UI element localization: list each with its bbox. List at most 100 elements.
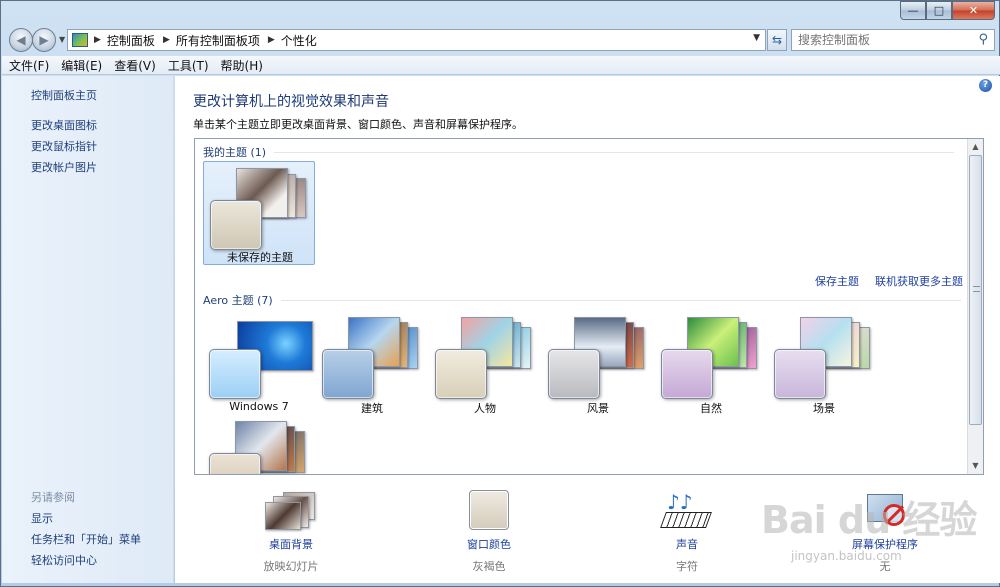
theme-actions: 保存主题 联机获取更多主题	[799, 273, 963, 289]
setting-value: 字符	[676, 560, 698, 573]
window-frame: — □ ✕ ◀ ▶ ▼ ▶ 控制面板 ▶ 所有控制面板项 ▶ 个性化 ▼ ⇆ ⚲…	[0, 0, 1000, 587]
theme-thumbnail	[210, 168, 310, 250]
setting-window-color[interactable]: 窗口颜色 灰褐色	[429, 490, 549, 574]
group-header-aero-themes: Aero 主题 (7)	[203, 292, 963, 308]
theme-item-characters[interactable]: 人物	[429, 311, 541, 415]
theme-label: 自然	[700, 402, 722, 415]
close-button[interactable]: ✕	[952, 1, 995, 20]
menu-file[interactable]: 文件(F)	[9, 57, 49, 74]
window-controls: — □ ✕	[900, 1, 995, 20]
theme-label: 场景	[813, 402, 835, 415]
theme-label: 风景	[587, 402, 609, 415]
theme-thumbnail	[435, 317, 535, 399]
get-more-themes-link[interactable]: 联机获取更多主题	[875, 273, 963, 289]
forward-button[interactable]: ▶	[32, 28, 56, 52]
sidebar-link-desktop-icons[interactable]: 更改桌面图标	[31, 117, 97, 133]
page-title: 更改计算机上的视觉效果和声音	[193, 94, 389, 110]
breadcrumb-separator-icon[interactable]: ▶	[268, 35, 275, 45]
setting-desktop-background[interactable]: 桌面背景 放映幻灯片	[231, 490, 351, 574]
window-color-swatch	[774, 349, 826, 399]
menu-view[interactable]: 查看(V)	[114, 57, 156, 74]
window-color-swatch	[548, 349, 600, 399]
address-dropdown-icon[interactable]: ▼	[753, 33, 760, 43]
setting-label[interactable]: 声音	[627, 536, 747, 552]
theme-item-scenes[interactable]: 场景	[768, 311, 880, 415]
menu-bar: 文件(F) 编辑(E) 查看(V) 工具(T) 帮助(H)	[2, 56, 1000, 75]
group-title-aero-themes: Aero 主题 (7)	[203, 294, 273, 307]
setting-value: 放映幻灯片	[263, 560, 319, 573]
window-color-swatch	[210, 200, 262, 250]
theme-label: 建筑	[361, 402, 383, 415]
baidu-watermark: Bai du 经验	[761, 498, 977, 542]
see-also-heading: 另请参阅	[31, 491, 75, 504]
title-bar: — □ ✕	[1, 1, 1000, 25]
sidebar-link-mouse-pointers[interactable]: 更改鼠标指针	[31, 138, 97, 154]
theme-item-nature[interactable]: 自然	[655, 311, 767, 415]
sidebar-home-link[interactable]: 控制面板主页	[31, 87, 97, 103]
breadcrumb-separator-icon[interactable]: ▶	[163, 35, 170, 45]
scroll-down-icon[interactable]: ▼	[968, 458, 983, 473]
address-bar[interactable]: ▶ 控制面板 ▶ 所有控制面板项 ▶ 个性化 ▼	[67, 29, 766, 51]
setting-label[interactable]: 窗口颜色	[429, 536, 549, 552]
refresh-button[interactable]: ⇆	[767, 29, 787, 51]
theme-thumbnail	[209, 421, 309, 474]
help-icon[interactable]: ?	[979, 79, 992, 92]
group-divider	[274, 151, 955, 153]
theme-thumbnail	[774, 317, 874, 399]
theme-thumbnail	[322, 317, 422, 399]
window-color-swatch	[209, 453, 261, 474]
sidebar-link-account-picture[interactable]: 更改帐户图片	[31, 159, 97, 175]
search-box[interactable]: ⚲	[791, 29, 995, 51]
theme-label: Windows 7	[229, 400, 289, 413]
theme-item-architecture[interactable]: 建筑	[316, 311, 428, 415]
themes-scrollbar[interactable]: ▲ ▼	[967, 139, 983, 474]
window-color-icon	[463, 490, 515, 532]
back-button[interactable]: ◀	[9, 28, 33, 52]
scroll-up-icon[interactable]: ▲	[968, 139, 983, 154]
window-color-swatch	[661, 349, 713, 399]
setting-value: 灰褐色	[472, 560, 506, 573]
sidebar: 控制面板主页 更改桌面图标 更改鼠标指针 更改帐户图片 另请参阅 显示 任务栏和…	[2, 76, 174, 583]
see-also-ease-of-access[interactable]: 轻松访问中心	[31, 552, 97, 568]
sounds-icon: ♪♪	[660, 490, 713, 532]
baidu-watermark-url: jingyan.baidu.com	[791, 549, 902, 563]
group-header-my-themes: 我的主题 (1)	[203, 144, 963, 160]
recent-pages-dropdown-icon[interactable]: ▼	[59, 35, 65, 44]
search-icon[interactable]: ⚲	[978, 32, 988, 47]
breadcrumb-all-items[interactable]: 所有控制面板项	[176, 32, 260, 49]
scrollbar-grip	[973, 286, 980, 292]
setting-sounds[interactable]: ♪♪ 声音 字符	[627, 490, 747, 574]
group-divider	[280, 299, 961, 301]
theme-thumbnail	[661, 317, 761, 399]
theme-thumbnail	[548, 317, 648, 399]
theme-label: 人物	[474, 402, 496, 415]
menu-help[interactable]: 帮助(H)	[221, 57, 263, 74]
desktop-background-icon	[265, 490, 317, 532]
theme-item-seventh[interactable]	[203, 415, 315, 474]
menu-edit[interactable]: 编辑(E)	[61, 57, 102, 74]
theme-item-unsaved[interactable]: 未保存的主题	[203, 161, 315, 265]
scrollbar-thumb[interactable]	[969, 155, 982, 425]
window-color-swatch	[209, 349, 261, 399]
page-description: 单击某个主题立即更改桌面背景、窗口颜色、声音和屏幕保护程序。	[193, 118, 523, 131]
control-panel-icon	[72, 33, 88, 47]
theme-item-windows7[interactable]: Windows 7	[203, 311, 315, 415]
theme-label: 未保存的主题	[227, 251, 293, 264]
see-also-display[interactable]: 显示	[31, 510, 53, 526]
theme-item-landscapes[interactable]: 风景	[542, 311, 654, 415]
maximize-button[interactable]: □	[926, 1, 952, 20]
navigation-row: ◀ ▶ ▼ ▶ 控制面板 ▶ 所有控制面板项 ▶ 个性化 ▼ ⇆ ⚲	[1, 25, 1000, 55]
window-color-swatch	[435, 349, 487, 399]
menu-tools[interactable]: 工具(T)	[168, 57, 209, 74]
search-input[interactable]	[798, 33, 968, 47]
breadcrumb-control-panel[interactable]: 控制面板	[107, 32, 155, 49]
see-also-taskbar[interactable]: 任务栏和「开始」菜单	[31, 531, 141, 547]
save-theme-link[interactable]: 保存主题	[815, 273, 859, 289]
group-title-my-themes: 我的主题 (1)	[203, 146, 267, 159]
breadcrumb-separator-icon[interactable]: ▶	[94, 35, 101, 45]
theme-thumbnail	[209, 317, 313, 399]
window-color-swatch	[322, 349, 374, 399]
minimize-button[interactable]: —	[900, 1, 926, 20]
setting-label[interactable]: 桌面背景	[231, 536, 351, 552]
breadcrumb-personalization[interactable]: 个性化	[281, 32, 317, 49]
